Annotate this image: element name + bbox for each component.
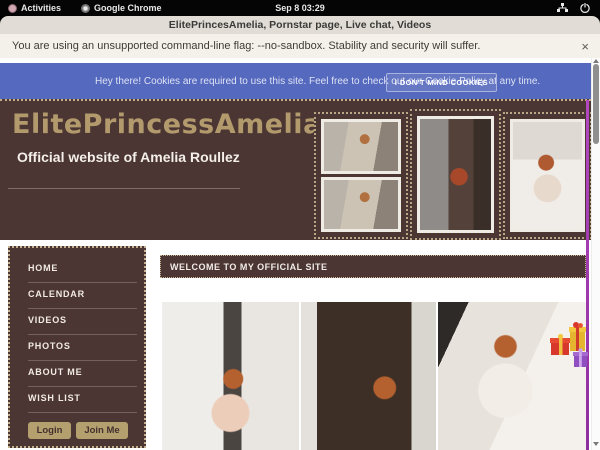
login-button[interactable]: Login: [28, 422, 71, 439]
header-photo-1a: [321, 119, 401, 174]
cookie-accept-button[interactable]: I DON'T MIND COOKIES: [386, 73, 497, 92]
activities-status-icon: [8, 4, 17, 13]
sidebar-buttons: Login Join Me: [10, 422, 144, 439]
scrollbar-down-arrow-icon[interactable]: [593, 442, 599, 446]
site-header: ElitePrincessAmelia Official website of …: [0, 99, 591, 240]
chrome-icon: [81, 4, 90, 13]
system-tray[interactable]: [557, 3, 590, 13]
site-logo[interactable]: ElitePrincessAmelia: [12, 109, 322, 140]
gift-boxes-icon[interactable]: [549, 317, 596, 371]
activities-label: Activities: [21, 3, 61, 13]
sidebar-item-about-me[interactable]: ABOUT ME: [10, 361, 144, 387]
focused-app-menu[interactable]: Google Chrome: [81, 3, 162, 13]
power-icon: [580, 3, 590, 13]
network-icon: [557, 3, 568, 13]
join-me-button[interactable]: Join Me: [76, 422, 128, 439]
infobar-close-icon[interactable]: ×: [581, 40, 589, 53]
scrollbar-up-arrow-icon[interactable]: [593, 59, 599, 63]
welcome-heading: WELCOME TO MY OFFICIAL SITE: [170, 262, 328, 272]
header-photo-2: [417, 116, 494, 233]
sidebar-item-photos[interactable]: PHOTOS: [10, 335, 144, 361]
sidebar-item-home[interactable]: HOME: [10, 257, 144, 283]
header-photo-3: [510, 119, 585, 232]
header-photo-1b: [321, 177, 401, 232]
welcome-heading-bar: WELCOME TO MY OFFICIAL SITE: [160, 255, 586, 278]
window-titlebar: ElitePrincesAmelia, Pornstar page, Live …: [0, 16, 600, 34]
page-viewport: ElitePrincessAmelia Official website of …: [0, 58, 600, 450]
gnome-top-bar: Activities Google Chrome Sep 8 03:29: [0, 0, 600, 16]
activities-button[interactable]: Activities: [8, 3, 61, 13]
window-title: ElitePrincesAmelia, Pornstar page, Live …: [0, 16, 600, 34]
ribbon-decoration: [586, 100, 589, 450]
site-tagline: Official website of Amelia Roullez: [17, 149, 240, 165]
header-divider: [8, 188, 240, 189]
content-photo-1[interactable]: [162, 302, 299, 450]
scrollbar[interactable]: [591, 58, 600, 450]
cookie-banner: Hey there! Cookies are required to use t…: [0, 63, 600, 99]
scrollbar-thumb[interactable]: [593, 64, 599, 144]
header-photo-frame-2[interactable]: [410, 109, 501, 240]
chrome-infobar: You are using an unsupported command-lin…: [0, 34, 600, 59]
sidebar-item-wish-list[interactable]: WISH LIST: [10, 387, 144, 413]
content-photo-2[interactable]: [301, 302, 436, 450]
app-name-label: Google Chrome: [94, 3, 162, 13]
sidebar-item-calendar[interactable]: CALENDAR: [10, 283, 144, 309]
sidebar-nav: HOME CALENDAR VIDEOS PHOTOS ABOUT ME WIS…: [8, 246, 146, 448]
sidebar-item-videos[interactable]: VIDEOS: [10, 309, 144, 335]
header-photo-frame-3[interactable]: [503, 112, 592, 239]
infobar-message: You are using an unsupported command-lin…: [12, 40, 480, 52]
header-photo-frame-1[interactable]: [314, 112, 408, 239]
